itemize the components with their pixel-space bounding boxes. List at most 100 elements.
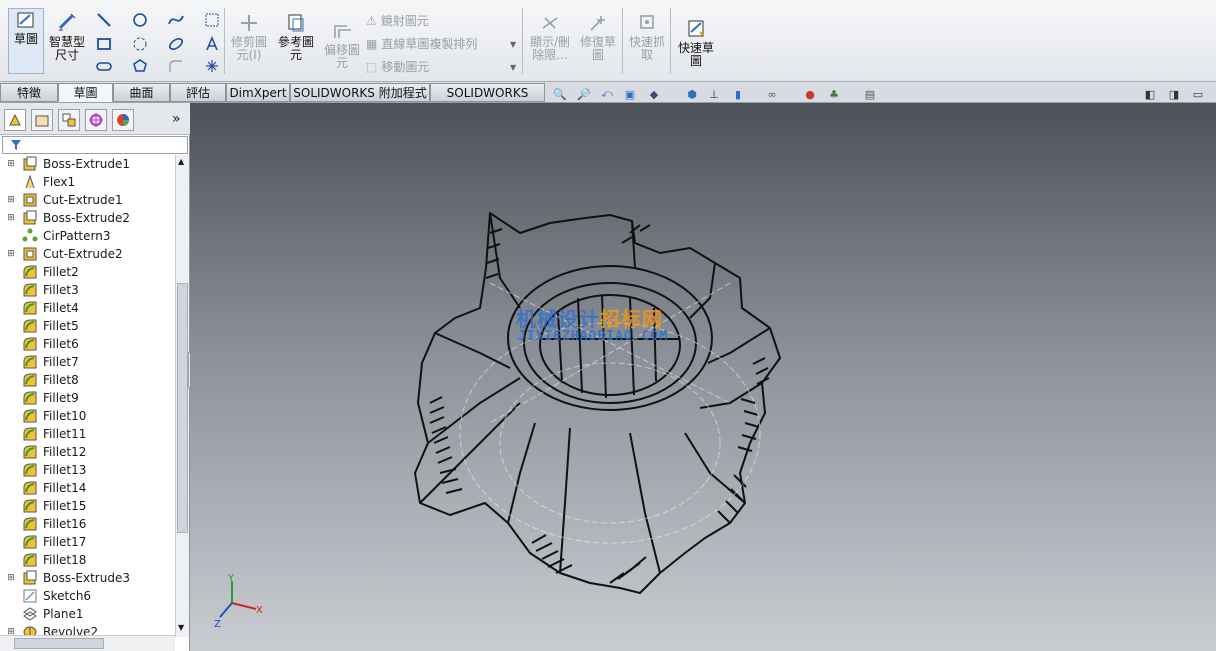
smart-dimension-button[interactable]: 智慧型 尺寸 [48,12,86,74]
display-style-icon[interactable]: ⊥ [706,86,722,102]
tree-node[interactable]: Fillet12 [0,443,174,461]
tree-node[interactable]: ⊞ Revolve2 [0,623,174,635]
expand-icon[interactable]: ⊞ [6,249,16,259]
tree-node[interactable]: Fillet9 [0,389,174,407]
cutter-model[interactable] [190,103,1216,651]
view-settings-icon[interactable]: ▤ [862,86,878,102]
mirror-entities[interactable]: ⚠ 鏡射圖元 [366,12,429,29]
tree-node[interactable]: Fillet8 [0,371,174,389]
tree-node[interactable]: ⊞ Boss-Extrude1 [0,155,174,173]
arc-icon[interactable] [130,34,150,54]
tree-node[interactable]: ⊞ Cut-Extrude2 [0,245,174,263]
realview-icon[interactable]: ♣ [826,86,842,102]
scroll-up-arrow[interactable]: ▲ [178,157,184,166]
linear-pattern[interactable]: ▦ 直線草圖複製排列 [366,35,477,52]
line-icon[interactable] [94,10,114,30]
restore-window-icon[interactable]: ◧ [1142,86,1158,102]
tab-sketch[interactable]: 草圖 [58,83,113,102]
extrude-icon [23,210,37,225]
trim-button[interactable]: 修剪圖 元(I) [229,12,269,74]
tree-node[interactable]: ⊞ Boss-Extrude3 [0,569,174,587]
scroll-thumb[interactable] [177,283,188,533]
tree-node[interactable]: Fillet2 [0,263,174,281]
rectangle-icon[interactable] [94,34,114,54]
tree-node[interactable]: Fillet4 [0,299,174,317]
tab-mbd[interactable]: SOLIDWORKS MBD [430,83,545,118]
quick-snaps-button[interactable]: 快速抓 取 [626,12,668,74]
zoom-to-fit-icon[interactable]: 🔍 [552,86,568,102]
tree-node[interactable]: Fillet17 [0,533,174,551]
tree-node[interactable]: Fillet14 [0,479,174,497]
tree-node[interactable]: Fillet18 [0,551,174,569]
tab-evaluate[interactable]: 評估 [170,83,226,102]
tree-node[interactable]: ⊞ Boss-Extrude2 [0,209,174,227]
tree-node[interactable]: Fillet5 [0,317,174,335]
scroll-down-arrow[interactable]: ▼ [178,623,184,632]
slot-icon[interactable] [94,56,114,76]
move-entities[interactable]: ⬚ 移動圖元 [366,58,429,75]
expand-icon[interactable]: ⊞ [6,195,16,205]
tree-node[interactable]: Fillet7 [0,353,174,371]
configuration-manager-tab[interactable] [58,109,80,131]
circle-icon[interactable] [130,10,150,30]
expand-icon[interactable]: ⊞ [6,627,16,635]
tree-node[interactable]: Fillet11 [0,425,174,443]
fillet-sketch-icon[interactable] [166,56,186,76]
convert-entities-button[interactable]: 參考圖 元 [275,12,317,74]
tree-node[interactable]: Fillet13 [0,461,174,479]
sketch-button[interactable]: 草圖 [8,8,44,74]
polygon-icon[interactable] [130,56,150,76]
offset-entities-button[interactable]: 偏移圖 元 [322,20,362,70]
tab-features[interactable]: 特徵 [0,83,58,102]
graphics-area[interactable]: 机械设计招标网 JIXIEZHAOBIAO.COM Y X Z [190,103,1216,651]
tree-node[interactable]: Fillet3 [0,281,174,299]
tree-node[interactable]: CirPattern3 [0,227,174,245]
display-manager-tab[interactable] [112,109,134,131]
expand-icon[interactable]: ⊞ [6,213,16,223]
tree-node[interactable]: Plane1 [0,605,174,623]
property-manager-tab[interactable] [31,109,53,131]
triad-z-label: Z [214,619,221,630]
hide-show-items-icon[interactable]: ▮ [730,86,746,102]
expand-icon[interactable]: ⊞ [6,573,16,583]
maximize-window-icon[interactable]: ◨ [1166,86,1182,102]
move-dropdown[interactable]: ▼ [510,63,516,72]
dynamic-annotation-icon[interactable]: ◆ [646,86,662,102]
tab-dimxpert[interactable]: DimXpert [226,83,290,102]
edit-appearance-icon[interactable]: ∞ [764,86,780,102]
ellipse-icon[interactable] [166,34,186,54]
scroll-thumb[interactable] [14,638,104,649]
tree-node[interactable]: Sketch6 [0,587,174,605]
tab-surfaces[interactable]: 曲面 [113,83,170,102]
tree-vertical-scrollbar[interactable]: ▲ ▼ [175,155,189,637]
rapid-sketch-button[interactable]: 快速草 圖 [674,18,718,68]
previous-view-icon[interactable]: ⤺ [599,86,615,102]
point-icon[interactable] [202,56,222,76]
repair-sketch-button[interactable]: 修復草 圖 [577,12,619,74]
tree-node[interactable]: ⊞ Cut-Extrude1 [0,191,174,209]
grid-icon[interactable] [202,10,222,30]
display-delete-relations-button[interactable]: 顯示/刪 除限... [528,12,572,74]
spline-icon[interactable] [166,10,186,30]
tree-node[interactable]: Flex1 [0,173,174,191]
section-view-icon[interactable]: ▣ [622,86,638,102]
linear-pattern-dropdown[interactable]: ▼ [510,40,516,49]
tree-node[interactable]: Fillet15 [0,497,174,515]
scenes-icon[interactable]: ● [802,86,818,102]
dimxpert-manager-tab[interactable] [85,109,107,131]
panel-more-button[interactable]: » [172,111,181,127]
expand-icon[interactable]: ⊞ [6,159,16,169]
feature-tree-tab[interactable] [4,109,26,131]
tree-node[interactable]: Fillet6 [0,335,174,353]
tree-filter-input[interactable] [2,136,188,154]
view-orientation-icon[interactable]: ⬢ [684,86,700,102]
tree-node[interactable]: Fillet10 [0,407,174,425]
zoom-to-area-icon[interactable]: 🔎 [576,86,592,102]
tree-node[interactable]: Fillet16 [0,515,174,533]
close-window-icon[interactable]: ▭ [1190,86,1206,102]
text-icon[interactable] [202,34,222,54]
tab-addins[interactable]: SOLIDWORKS 附加程式 [290,83,430,102]
tree-horizontal-scrollbar[interactable] [0,635,175,651]
